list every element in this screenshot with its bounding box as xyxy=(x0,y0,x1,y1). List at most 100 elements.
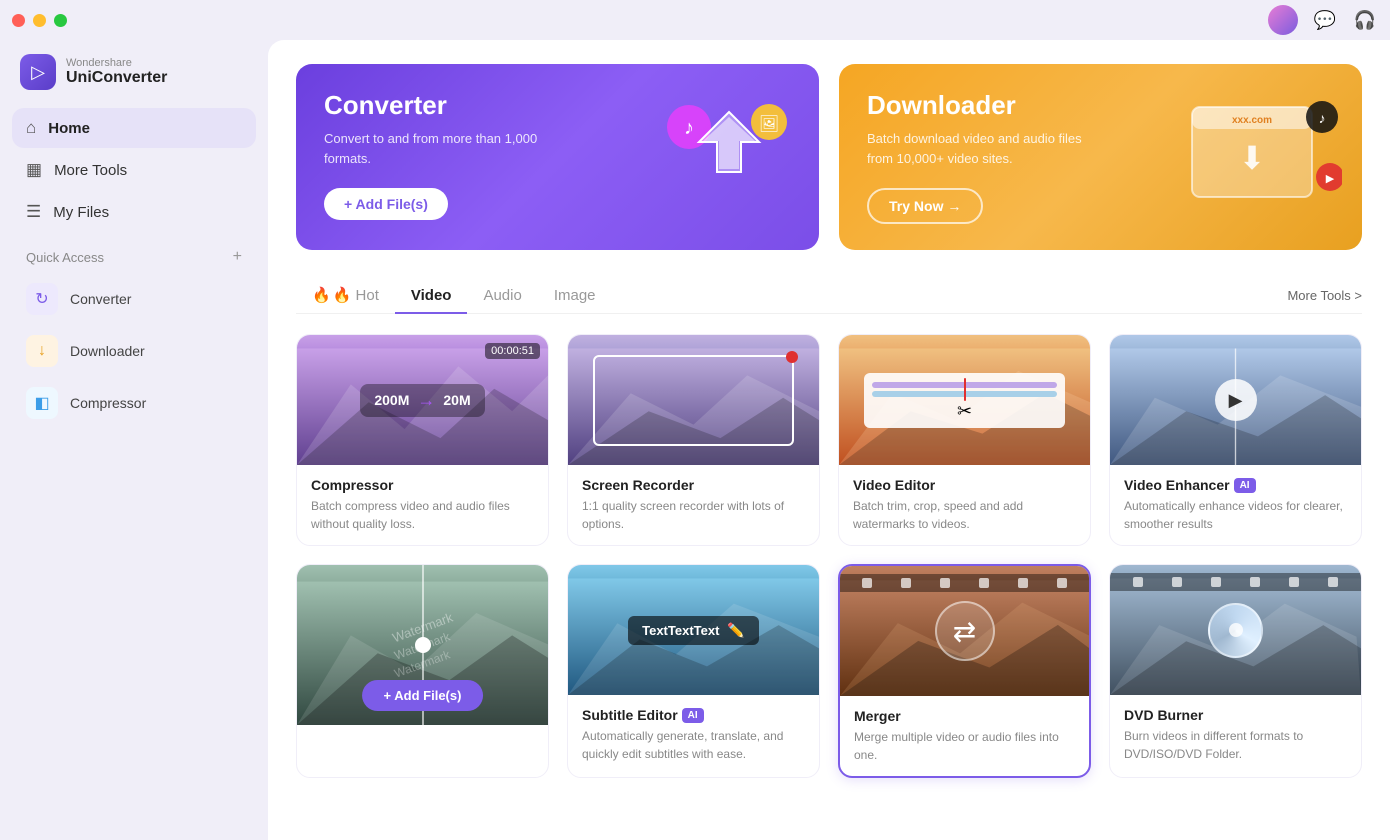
tab-hot-label: 🔥 Hot xyxy=(333,286,379,304)
size-indicator: 200M → 20M xyxy=(360,384,484,417)
play-button-icon: ▶ xyxy=(1215,379,1257,421)
svg-text:🖼: 🖼 xyxy=(759,115,779,133)
avatar[interactable] xyxy=(1268,5,1298,35)
tools-grid: 00:00:51 200M → 20M Compressor Batch com… xyxy=(296,334,1362,778)
grid-icon: ▦ xyxy=(26,160,42,180)
svg-text:xxx.com: xxx.com xyxy=(1232,115,1272,126)
logo-icon: ▷ xyxy=(20,54,56,90)
compressor-info: Compressor Batch compress video and audi… xyxy=(297,465,548,545)
video-enhancer-thumb: ▶ xyxy=(1110,335,1361,465)
subtitle-editor-desc: Automatically generate, translate, and q… xyxy=(582,727,805,763)
chat-icon[interactable]: 💬 xyxy=(1312,7,1338,33)
video-enhancer-info: Video Enhancer AI Automatically enhance … xyxy=(1110,465,1361,545)
subtitle-editor-title: Subtitle Editor AI xyxy=(582,707,805,723)
quick-item-label: Downloader xyxy=(70,343,145,359)
tab-video[interactable]: Video xyxy=(395,279,468,314)
screen-recorder-title: Screen Recorder xyxy=(582,477,805,493)
tab-hot[interactable]: 🔥 🔥 Hot xyxy=(296,278,395,314)
editor-timeline: ✂ xyxy=(864,373,1065,428)
compressor-desc: Batch compress video and audio files wit… xyxy=(311,497,534,533)
fire-icon: 🔥 xyxy=(312,286,331,304)
converter-icon: ↻ xyxy=(26,283,58,315)
size-from: 200M xyxy=(374,392,409,408)
tab-audio-label: Audio xyxy=(483,287,521,304)
video-editor-title: Video Editor xyxy=(853,477,1076,493)
timeline-bar xyxy=(872,391,1057,397)
sidebar-item-my-files[interactable]: ☰ My Files xyxy=(12,192,256,232)
dvd-burner-title: DVD Burner xyxy=(1124,707,1347,723)
quick-item-label: Compressor xyxy=(70,395,146,411)
app-logo: ▷ Wondershare UniConverter xyxy=(12,48,256,106)
split-handle[interactable] xyxy=(415,637,431,653)
tool-card-merger[interactable]: ⇄ Merger Merge multiple video or audio f… xyxy=(838,564,1091,778)
titlebar: 💬 🎧 xyxy=(0,0,1390,40)
compressor-icon: ◧ xyxy=(26,387,58,419)
tool-card-watermark[interactable]: Watermark Watermark Watermark + Add File… xyxy=(296,564,549,778)
screen-recorder-info: Screen Recorder 1:1 quality screen recor… xyxy=(568,465,819,545)
subtitle-text: TextTextText xyxy=(642,623,719,638)
ai-badge: AI xyxy=(682,708,704,723)
downloader-banner-desc: Batch download video and audio files fro… xyxy=(867,129,1107,168)
logo-name: UniConverter xyxy=(66,69,167,87)
tool-card-video-enhancer[interactable]: ▶ Video Enhancer AI Automatically enhanc… xyxy=(1109,334,1362,546)
tool-card-video-editor[interactable]: ✂ Video Editor Batch trim, crop, speed a… xyxy=(838,334,1091,546)
merger-desc: Merge multiple video or audio files into… xyxy=(854,728,1075,764)
quick-access-converter[interactable]: ↻ Converter xyxy=(12,274,256,324)
minimize-button[interactable] xyxy=(33,14,46,27)
video-enhancer-title: Video Enhancer AI xyxy=(1124,477,1347,493)
dvd-thumb xyxy=(1110,565,1361,695)
converter-banner[interactable]: Converter Convert to and from more than … xyxy=(296,64,819,250)
sidebar-item-home[interactable]: ⌂ Home xyxy=(12,108,256,148)
dvd-disc-icon xyxy=(1208,603,1263,658)
converter-illustration: ♪ 🖼 xyxy=(659,97,799,217)
scissors-icon: ✂ xyxy=(872,401,1057,422)
quick-access-header: Quick Access + xyxy=(12,234,256,272)
sidebar-item-label: Home xyxy=(48,120,90,137)
tab-audio[interactable]: Audio xyxy=(467,279,537,314)
converter-add-files-button[interactable]: + Add File(s) xyxy=(324,188,448,220)
ai-badge: AI xyxy=(1234,478,1256,493)
watermark-thumb: Watermark Watermark Watermark + Add File… xyxy=(297,565,548,725)
svg-text:♪: ♪ xyxy=(684,117,694,139)
tool-card-subtitle-editor[interactable]: TextTextText ✏️ Subtitle Editor AI Autom… xyxy=(567,564,820,778)
video-enhancer-overlay: ▶ xyxy=(1110,335,1361,465)
merger-title: Merger xyxy=(854,708,1075,724)
subtitle-overlay: TextTextText ✏️ xyxy=(568,565,819,695)
sidebar-item-label: My Files xyxy=(53,204,109,221)
record-dot xyxy=(786,351,798,363)
converter-banner-desc: Convert to and from more than 1,000 form… xyxy=(324,129,564,168)
downloader-banner[interactable]: Downloader Batch download video and audi… xyxy=(839,64,1362,250)
quick-access-compressor[interactable]: ◧ Compressor xyxy=(12,378,256,428)
subtitle-editor-info: Subtitle Editor AI Automatically generat… xyxy=(568,695,819,775)
size-to: 20M xyxy=(443,392,470,408)
home-icon: ⌂ xyxy=(26,118,36,138)
compressor-title: Compressor xyxy=(311,477,534,493)
quick-access-add-button[interactable]: + xyxy=(233,248,242,266)
quick-access-downloader[interactable]: ↓ Downloader xyxy=(12,326,256,376)
pen-icon: ✏️ xyxy=(727,622,744,639)
sidebar-item-more-tools[interactable]: ▦ More Tools xyxy=(12,150,256,190)
arrow-icon: → xyxy=(417,390,435,411)
compressor-thumb: 00:00:51 200M → 20M xyxy=(297,335,548,465)
tab-video-label: Video xyxy=(411,287,452,304)
close-button[interactable] xyxy=(12,14,25,27)
watermark-add-file-button[interactable]: + Add File(s) xyxy=(362,680,484,711)
tool-card-compressor[interactable]: 00:00:51 200M → 20M Compressor Batch com… xyxy=(296,334,549,546)
dvd-overlay xyxy=(1110,565,1361,695)
headphones-icon[interactable]: 🎧 xyxy=(1352,7,1378,33)
files-icon: ☰ xyxy=(26,202,41,222)
tool-card-dvd-burner[interactable]: DVD Burner Burn videos in different form… xyxy=(1109,564,1362,778)
downloader-try-button[interactable]: Try Now → xyxy=(867,188,983,224)
record-frame xyxy=(593,355,794,446)
more-tools-link[interactable]: More Tools > xyxy=(1287,288,1362,303)
merger-info: Merger Merge multiple video or audio fil… xyxy=(840,696,1089,776)
downloader-icon: ↓ xyxy=(26,335,58,367)
video-editor-overlay: ✂ xyxy=(839,335,1090,465)
tab-image[interactable]: Image xyxy=(538,279,612,314)
screen-recorder-overlay xyxy=(568,335,819,465)
video-enhancer-desc: Automatically enhance videos for clearer… xyxy=(1124,497,1347,533)
tool-card-screen-recorder[interactable]: Screen Recorder 1:1 quality screen recor… xyxy=(567,334,820,546)
video-editor-info: Video Editor Batch trim, crop, speed and… xyxy=(839,465,1090,545)
tab-image-label: Image xyxy=(554,287,596,304)
maximize-button[interactable] xyxy=(54,14,67,27)
